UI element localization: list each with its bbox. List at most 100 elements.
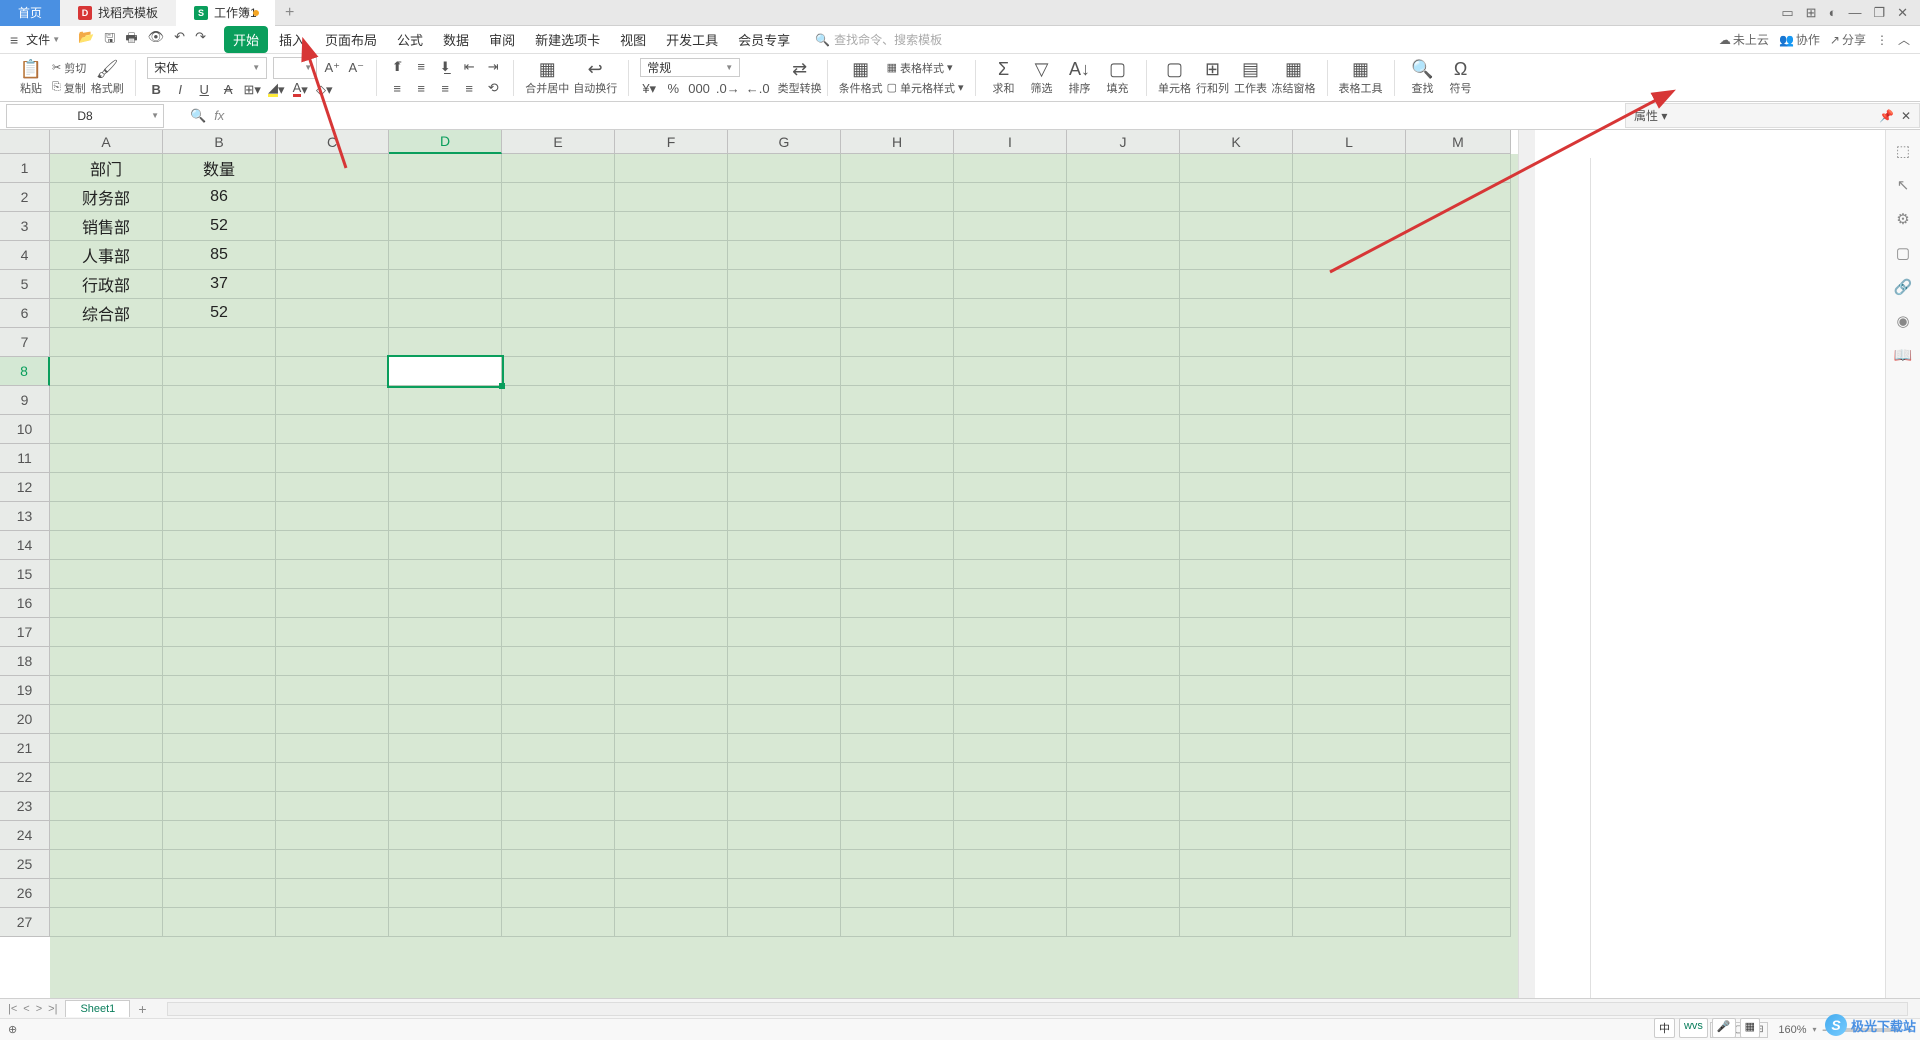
cell[interactable] xyxy=(1406,705,1511,734)
row-header-24[interactable]: 24 xyxy=(0,821,50,850)
cell[interactable] xyxy=(502,850,615,879)
rowcol-button[interactable]: ⊞行和列 xyxy=(1196,59,1230,96)
cell[interactable] xyxy=(1293,299,1406,328)
cell[interactable] xyxy=(615,386,728,415)
cell[interactable] xyxy=(615,560,728,589)
cell[interactable]: 综合部 xyxy=(50,299,163,328)
row-header-25[interactable]: 25 xyxy=(0,850,50,879)
cell[interactable] xyxy=(1406,415,1511,444)
layout-icon[interactable]: ▭ xyxy=(1781,5,1793,21)
align-right-icon[interactable]: ≡ xyxy=(436,79,454,97)
maximize-button[interactable]: ❐ xyxy=(1873,5,1885,21)
format-painter-button[interactable]: 🖌格式刷 xyxy=(90,59,124,96)
sheet-next-icon[interactable]: > xyxy=(36,1003,42,1015)
cell[interactable] xyxy=(1180,618,1293,647)
cell[interactable] xyxy=(841,183,954,212)
cell[interactable] xyxy=(841,154,954,183)
clear-format-button[interactable]: ◇▾ xyxy=(315,81,333,99)
cell[interactable] xyxy=(163,502,276,531)
cell[interactable] xyxy=(728,299,841,328)
cell[interactable] xyxy=(1293,589,1406,618)
cell[interactable] xyxy=(1067,821,1180,850)
align-bottom-icon[interactable]: ⬇̲ xyxy=(436,58,454,76)
cell[interactable] xyxy=(502,473,615,502)
sheet-tab[interactable]: Sheet1 xyxy=(65,1000,130,1017)
cell[interactable] xyxy=(1406,328,1511,357)
strike-button[interactable]: A xyxy=(219,81,237,99)
cell[interactable] xyxy=(1067,357,1180,386)
cell[interactable] xyxy=(954,618,1067,647)
add-sheet-button[interactable]: + xyxy=(130,1001,154,1017)
cell[interactable] xyxy=(163,821,276,850)
cell[interactable]: 行政部 xyxy=(50,270,163,299)
cell[interactable] xyxy=(1067,734,1180,763)
cell[interactable] xyxy=(954,589,1067,618)
cell[interactable] xyxy=(615,415,728,444)
cell[interactable] xyxy=(1067,705,1180,734)
worksheet-button[interactable]: ▤工作表 xyxy=(1234,59,1268,96)
cell[interactable] xyxy=(1406,792,1511,821)
cell[interactable] xyxy=(1067,386,1180,415)
row-header-21[interactable]: 21 xyxy=(0,734,50,763)
side-settings-icon[interactable]: ⚙ xyxy=(1896,210,1909,228)
cell[interactable] xyxy=(502,821,615,850)
cell[interactable] xyxy=(1180,821,1293,850)
table-style-button[interactable]: ▦表格样式▾ xyxy=(887,59,964,77)
cell[interactable] xyxy=(1067,154,1180,183)
cell[interactable] xyxy=(954,560,1067,589)
cell[interactable] xyxy=(1180,328,1293,357)
cell[interactable] xyxy=(1293,676,1406,705)
cell[interactable] xyxy=(1293,531,1406,560)
col-header-E[interactable]: E xyxy=(502,130,615,154)
merge-center-button[interactable]: ▦合并居中 xyxy=(525,59,569,96)
cell[interactable] xyxy=(954,908,1067,937)
fill-button[interactable]: ▢填充 xyxy=(1101,59,1135,96)
cell[interactable] xyxy=(728,908,841,937)
minimize-button[interactable]: — xyxy=(1848,5,1861,20)
cell[interactable] xyxy=(50,821,163,850)
cell[interactable] xyxy=(276,154,389,183)
cell[interactable] xyxy=(389,386,502,415)
cell[interactable] xyxy=(615,879,728,908)
ribbon-tab-devtools[interactable]: 开发工具 xyxy=(657,26,727,53)
cell[interactable] xyxy=(1406,618,1511,647)
cell[interactable] xyxy=(615,705,728,734)
cell[interactable] xyxy=(841,502,954,531)
cell[interactable]: 85 xyxy=(163,241,276,270)
row-header-16[interactable]: 16 xyxy=(0,589,50,618)
cell[interactable] xyxy=(1293,212,1406,241)
ribbon-tab-pagelayout[interactable]: 页面布局 xyxy=(316,26,386,53)
cell[interactable] xyxy=(502,676,615,705)
cell[interactable] xyxy=(1180,473,1293,502)
cell[interactable]: 人事部 xyxy=(50,241,163,270)
cell[interactable] xyxy=(502,705,615,734)
cell[interactable] xyxy=(954,357,1067,386)
cell[interactable] xyxy=(502,299,615,328)
underline-button[interactable]: U xyxy=(195,81,213,99)
side-select-icon[interactable]: ⬚ xyxy=(1896,142,1910,160)
file-menu[interactable]: 文件▼ xyxy=(26,31,60,48)
cell[interactable] xyxy=(1293,241,1406,270)
cell[interactable] xyxy=(954,763,1067,792)
row-header-22[interactable]: 22 xyxy=(0,763,50,792)
ribbon-tab-newtab[interactable]: 新建选项卡 xyxy=(526,26,609,53)
cell[interactable] xyxy=(1293,183,1406,212)
tab-home[interactable]: 首页 xyxy=(0,0,60,26)
align-left-icon[interactable]: ≡ xyxy=(388,79,406,97)
sort-button[interactable]: A↓排序 xyxy=(1063,59,1097,96)
cell[interactable] xyxy=(389,241,502,270)
cell[interactable] xyxy=(1293,618,1406,647)
row-header-7[interactable]: 7 xyxy=(0,328,50,357)
bold-button[interactable]: B xyxy=(147,81,165,99)
cell[interactable] xyxy=(1406,908,1511,937)
cell[interactable] xyxy=(163,792,276,821)
cell[interactable] xyxy=(615,270,728,299)
cell[interactable] xyxy=(50,763,163,792)
cell[interactable] xyxy=(1406,647,1511,676)
cell[interactable] xyxy=(615,299,728,328)
cell[interactable] xyxy=(1406,734,1511,763)
ribbon-tab-view[interactable]: 视图 xyxy=(611,26,655,53)
cell[interactable] xyxy=(1180,386,1293,415)
cell[interactable] xyxy=(389,444,502,473)
cell[interactable] xyxy=(1293,270,1406,299)
